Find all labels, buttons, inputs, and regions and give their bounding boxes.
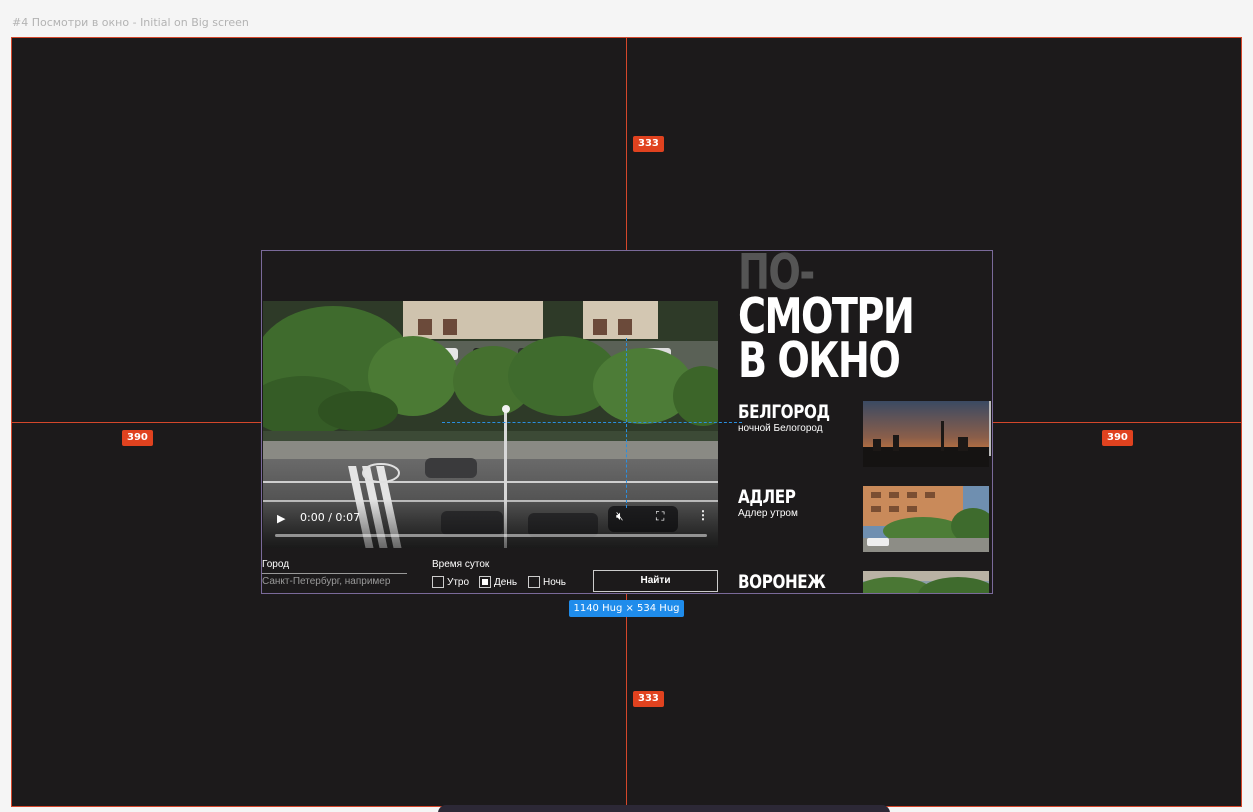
page-title: ПО- СМОТРИ В ОКНО (738, 251, 915, 389)
city-subtitle: ночной Белогород (738, 423, 823, 434)
measure-left: 390 (122, 430, 153, 446)
selection-guide-h (442, 422, 742, 423)
frame-title: #4 Посмотри в окно - Initial on Big scre… (12, 16, 249, 29)
selection-guide-v (626, 338, 627, 508)
city-card-belgorod[interactable]: БЕЛГОРОД ночной Белогород (738, 401, 989, 467)
city-name: БЕЛГОРОД (738, 401, 830, 423)
guide-right (993, 422, 1241, 423)
size-badge: 1140 Hug × 534 Hug (569, 600, 684, 617)
guide-bottom (626, 594, 627, 806)
city-subtitle: Адлер утром (738, 508, 798, 519)
search-form: Город Время суток Утро День Ночь Найти (262, 559, 992, 593)
toolbar-peek (438, 805, 890, 812)
checkbox-label: День (494, 576, 518, 588)
frame-canvas: 333 333 390 390 ▶ 0:00 / 0:07 🔇︎ ⛶ ⋮ ПО-… (11, 37, 1242, 807)
checkbox-day[interactable]: День (479, 576, 517, 588)
video-progress-bar[interactable] (275, 534, 707, 537)
measure-right: 390 (1102, 430, 1133, 446)
guide-top (626, 38, 627, 250)
play-icon[interactable]: ▶ (277, 512, 285, 525)
city-thumbnail (863, 401, 989, 467)
video-time: 0:00 / 0:07 (300, 511, 361, 524)
video-player[interactable]: ▶ 0:00 / 0:07 🔇︎ ⛶ ⋮ (263, 301, 718, 548)
checkbox-label: Ночь (543, 576, 566, 588)
checkbox-box[interactable] (432, 576, 444, 588)
city-input[interactable] (262, 573, 407, 587)
mute-icon[interactable]: 🔇︎ (616, 509, 624, 524)
city-field-label: Город (262, 559, 290, 570)
more-icon[interactable]: ⋮ (697, 508, 709, 522)
checkbox-box[interactable] (528, 576, 540, 588)
time-of-day-label: Время суток (432, 559, 490, 570)
fullscreen-icon[interactable]: ⛶ (656, 509, 664, 524)
checkbox-label: Утро (447, 576, 470, 588)
guide-left (12, 422, 261, 423)
video-controls: ▶ 0:00 / 0:07 🔇︎ ⛶ ⋮ (263, 500, 718, 548)
checkbox-morning[interactable]: Утро (432, 576, 469, 588)
cities-scrollbar[interactable] (989, 401, 991, 456)
measure-bottom: 333 (633, 691, 664, 707)
measure-top: 333 (633, 136, 664, 152)
city-name: АДЛЕР (738, 486, 796, 508)
checkbox-box[interactable] (479, 576, 491, 588)
find-button[interactable]: Найти (593, 570, 718, 592)
checkbox-night[interactable]: Ночь (528, 576, 566, 588)
city-thumbnail (863, 486, 989, 552)
city-card-adler[interactable]: АДЛЕР Адлер утром (738, 486, 989, 552)
title-line-3: В ОКНО (738, 332, 901, 389)
